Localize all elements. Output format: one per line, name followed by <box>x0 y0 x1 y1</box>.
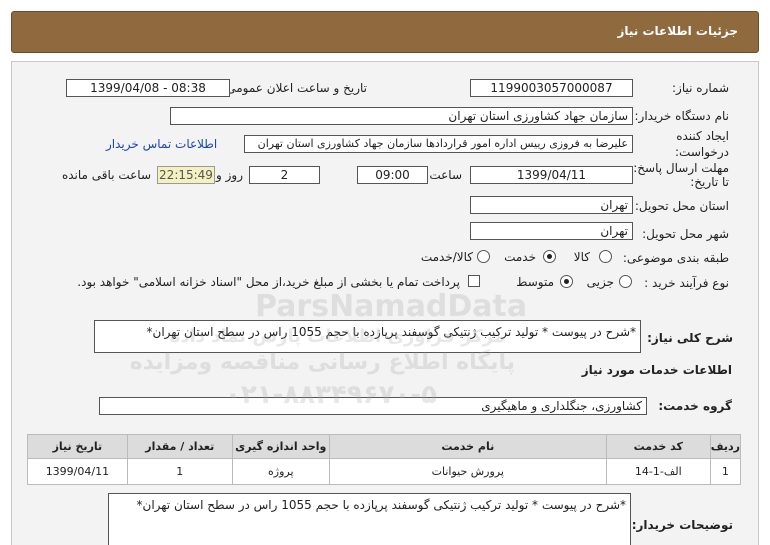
col-header-service-name: نام خدمت <box>328 434 607 459</box>
page-header: جزئیات اطلاعات نیاز <box>11 11 759 53</box>
summary-text: *شرح در پیوست * تولید ترکیب ژنتیکی گوسفن… <box>94 320 641 353</box>
summary-label: شرح کلی نیاز: <box>647 331 733 345</box>
announce-field: 1399/04/08 - 08:38 <box>66 79 230 97</box>
city-field: تهران <box>470 222 633 240</box>
service-group-label: گروه خدمت: <box>658 399 732 413</box>
cell-service-name: پرورش حیوانات <box>328 458 607 485</box>
category-option-service: خدمت <box>504 250 536 264</box>
col-header-service-code: کد خدمت <box>605 434 711 459</box>
page-title: جزئیات اطلاعات نیاز <box>617 24 738 38</box>
table-header-row: ردیف کد خدمت نام خدمت واحد اندازه گیری ت… <box>27 434 742 459</box>
process-radio-minor[interactable] <box>619 275 632 288</box>
services-section-title: اطلاعات خدمات مورد نیاز <box>581 363 732 377</box>
days-label: روز و <box>216 168 243 182</box>
need-number-field: 1199003057000087 <box>470 79 633 97</box>
cell-unit: پروژه <box>231 458 330 485</box>
category-radio-goods-service[interactable] <box>477 250 490 263</box>
need-number-label: شماره نیاز: <box>672 81 729 95</box>
services-table: ردیف کد خدمت نام خدمت واحد اندازه گیری ت… <box>27 434 742 485</box>
requester-label-1: ایجاد کننده <box>676 129 729 143</box>
deadline-label-2: تا تاریخ: <box>690 175 729 189</box>
category-option-goods-service: کالا/خدمت <box>420 250 473 264</box>
buyer-notes-label: توضیحات خریدار: <box>631 518 733 532</box>
service-group-field: کشاورزی، جنگلداری و ماهیگیری <box>99 397 647 415</box>
time-label: ساعت <box>429 168 462 182</box>
province-field: تهران <box>470 196 633 214</box>
process-option-minor: جزیی <box>586 275 614 289</box>
buyer-notes-text: *شرح در پیوست * تولید ترکیب ژنتیکی گوسفن… <box>108 493 631 545</box>
category-radio-goods[interactable] <box>599 250 612 263</box>
cell-quantity: 1 <box>126 458 233 485</box>
province-label: استان محل تحویل: <box>634 199 729 213</box>
col-header-quantity: تعداد / مقدار <box>126 434 233 459</box>
remaining-timer: 22:15:49 <box>157 166 215 184</box>
deadline-time-field: 09:00 <box>357 166 428 184</box>
buyer-org-label: نام دستگاه خریدار: <box>634 109 730 123</box>
process-option-medium: متوسط <box>516 275 554 289</box>
category-label: طبقه بندی موضوعی: <box>622 251 729 265</box>
table-row: 1 الف-1-14 پرورش حیوانات پروژه 1 1399/04… <box>27 458 742 485</box>
treasury-payment-note: پرداخت تمام یا بخشی از مبلغ خرید،از محل … <box>77 275 460 289</box>
days-remaining-field: 2 <box>249 166 320 184</box>
cell-service-code: الف-1-14 <box>605 458 711 485</box>
deadline-date-field: 1399/04/11 <box>470 166 633 184</box>
city-label: شهر محل تحویل: <box>642 227 729 241</box>
buyer-org-field: سازمان جهاد کشاورزی استان تهران <box>170 107 633 125</box>
cell-need-date: 1399/04/11 <box>27 458 128 485</box>
col-header-unit: واحد اندازه گیری <box>231 434 330 459</box>
cell-row-num: 1 <box>709 458 742 485</box>
announce-label: تاریخ و ساعت اعلان عمومی: <box>222 81 367 95</box>
category-radio-service[interactable] <box>543 250 556 263</box>
col-header-need-date: تاریخ نیاز <box>27 434 128 459</box>
contact-info-link[interactable]: اطلاعات تماس خریدار <box>106 137 217 151</box>
category-option-goods: کالا <box>573 250 590 264</box>
process-radio-medium[interactable] <box>560 275 573 288</box>
requester-label-2: درخواست: <box>675 145 729 159</box>
remaining-label: ساعت باقی مانده <box>61 168 151 182</box>
process-label: نوع فرآیند خرید : <box>644 276 729 290</box>
deadline-label-1: مهلت ارسال پاسخ: <box>633 161 729 175</box>
col-header-row-num: ردیف <box>709 434 742 459</box>
requester-field: علیرضا به فروزی رییس اداره امور قرارداده… <box>244 135 633 153</box>
treasury-payment-checkbox[interactable] <box>468 275 480 287</box>
